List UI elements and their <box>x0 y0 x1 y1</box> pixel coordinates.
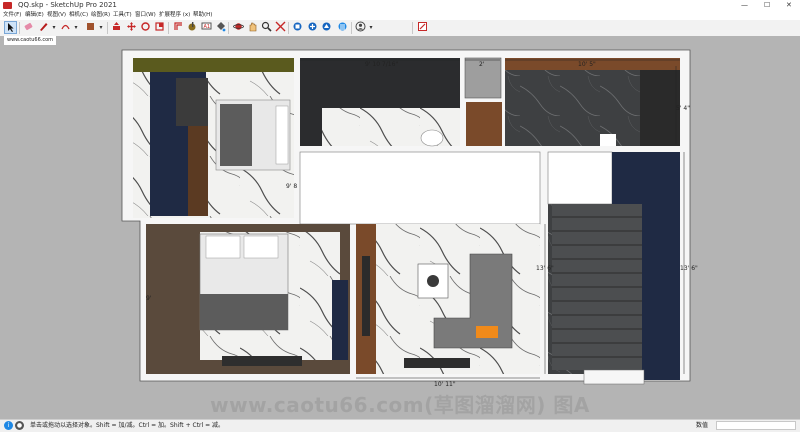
menu-tools[interactable]: 工具(T) <box>113 11 132 20</box>
tv-unit <box>362 256 370 336</box>
extension-warehouse-icon[interactable] <box>306 21 319 34</box>
toolbar-separator <box>107 22 108 34</box>
stair-bottom-step <box>583 369 645 385</box>
hallway <box>299 151 541 225</box>
olive-accent-wall <box>133 58 294 72</box>
staircase-steps <box>552 204 642 370</box>
pencil-line-icon[interactable] <box>37 21 50 34</box>
push-pull-icon[interactable] <box>110 21 123 34</box>
menu-draw[interactable]: 绘图(R) <box>91 11 110 20</box>
dim-bottom-left: 9' <box>146 295 152 302</box>
orange-cushions <box>476 326 498 338</box>
3d-viewport[interactable]: 9' 10 7/16" 2' 10' 5" 5' 4" 9' 8 13' 6" … <box>0 36 800 419</box>
wardrobe-unit <box>176 78 208 126</box>
svg-text:A1: A1 <box>204 24 211 30</box>
eraser-icon[interactable] <box>22 21 35 34</box>
dim-top-right: 10' 5" <box>578 61 596 68</box>
menu-bar: 文件(F) 编辑(E) 视图(V) 相机(C) 绘图(R) 工具(T) 窗口(W… <box>0 11 800 20</box>
living-room-floor <box>356 224 540 374</box>
extension-manager-icon[interactable] <box>336 21 349 34</box>
menu-camera[interactable]: 相机(C) <box>69 11 88 20</box>
paint-bucket-icon[interactable] <box>214 21 227 34</box>
window-title: QQ.skp - SketchUp Pro 2021 <box>18 1 117 9</box>
layout-send-icon[interactable] <box>320 21 333 34</box>
dim-top-small: 2' <box>479 61 485 68</box>
toolbar: ▾ ▾ ▾ A1 ▾ <box>0 20 800 37</box>
minimize-button[interactable]: — <box>741 0 748 11</box>
dim-right-upper: 5' 4" <box>676 105 690 112</box>
bed-throw-blanket <box>220 104 252 166</box>
status-bar: i ● 单击或拖动以选择对象。Shift = 加/减。Ctrl = 加。Shif… <box>0 419 800 432</box>
pillow-right <box>243 235 279 259</box>
bathroom-side-wall <box>300 58 322 146</box>
text-label-icon[interactable]: A1 <box>200 21 213 34</box>
status-hint: 单击或拖动以选择对象。Shift = 加/减。Ctrl = 加。Shift + … <box>30 422 225 429</box>
shape-dropdown-caret-icon[interactable]: ▾ <box>98 21 104 34</box>
watermark-text: www.caotu66.com(草图溜溜网) 图A <box>210 393 590 417</box>
menu-window[interactable]: 窗口(W) <box>135 11 156 20</box>
arc-icon[interactable] <box>59 21 72 34</box>
close-button[interactable]: ✕ <box>786 0 792 11</box>
bed-pillows <box>275 105 289 165</box>
kitchen-sink <box>600 134 616 146</box>
tape-measure-icon[interactable] <box>186 21 199 34</box>
site-tag: www.caotu66.com <box>4 36 57 45</box>
floor-plan-model: 9' 10 7/16" 2' 10' 5" 5' 4" 9' 8 13' 6" … <box>121 49 698 388</box>
dim-bottom: 10' 11" <box>434 381 456 388</box>
table-decor <box>427 275 439 287</box>
geo-location-icon[interactable]: ● <box>15 421 24 430</box>
info-icon[interactable]: i <box>4 421 13 430</box>
menu-help[interactable]: 帮助(H) <box>193 11 212 20</box>
maximize-button[interactable]: ☐ <box>764 0 770 11</box>
bedroom-rug-strip <box>222 356 302 366</box>
dim-top-middle: 9' 10 7/16" <box>365 61 398 68</box>
pillow-left <box>205 235 241 259</box>
toolbar-separator <box>412 22 413 34</box>
warehouse-icon[interactable] <box>291 21 304 34</box>
dim-center-right: 13' 6" <box>536 265 554 272</box>
wardrobe-door <box>188 126 208 216</box>
measurements-box[interactable] <box>716 421 796 430</box>
toolbar-separator <box>19 22 20 34</box>
arc-dropdown-caret-icon[interactable]: ▾ <box>73 21 79 34</box>
rotate-icon[interactable] <box>139 21 152 34</box>
sketchup-app-icon <box>3 2 12 9</box>
send-to-layout-icon[interactable] <box>416 21 429 34</box>
measurements-label: 数值 <box>696 422 709 429</box>
kitchen-wood-counter <box>466 102 502 146</box>
offset-icon[interactable] <box>172 21 185 34</box>
toolbar-separator <box>288 22 289 34</box>
orbit-icon[interactable] <box>232 21 245 34</box>
pan-hand-icon[interactable] <box>246 21 259 34</box>
zoom-icon[interactable] <box>260 21 273 34</box>
menu-file[interactable]: 文件(F) <box>3 11 21 20</box>
kitchen-tall-cabinet <box>640 70 680 146</box>
toolbar-separator <box>228 22 229 34</box>
scale-icon[interactable] <box>153 21 166 34</box>
menu-view[interactable]: 视图(V) <box>47 11 66 20</box>
title-bar: QQ.skp - SketchUp Pro 2021 — ☐ ✕ <box>0 0 800 11</box>
move-icon[interactable] <box>125 21 138 34</box>
navy-partition <box>332 280 348 360</box>
dim-far-right: 13' 6" <box>680 265 698 272</box>
bed-bottom-throw <box>200 294 288 330</box>
toilet <box>420 129 444 147</box>
living-rug-strip <box>404 358 470 368</box>
account-icon[interactable] <box>354 21 367 34</box>
zoom-extents-icon[interactable] <box>274 21 287 34</box>
select-tool-icon[interactable] <box>4 21 17 34</box>
stair-landing <box>547 151 613 205</box>
account-dropdown-caret-icon[interactable]: ▾ <box>368 21 374 34</box>
dim-left-mid: 9' 8 <box>286 183 297 190</box>
menu-edit[interactable]: 编辑(E) <box>25 11 44 20</box>
rectangle-icon[interactable] <box>84 21 97 34</box>
toolbar-separator <box>351 22 352 34</box>
line-dropdown-caret-icon[interactable]: ▾ <box>51 21 57 34</box>
toolbar-separator <box>168 22 169 34</box>
menu-extensions[interactable]: 扩展程序 (x) <box>159 11 190 20</box>
